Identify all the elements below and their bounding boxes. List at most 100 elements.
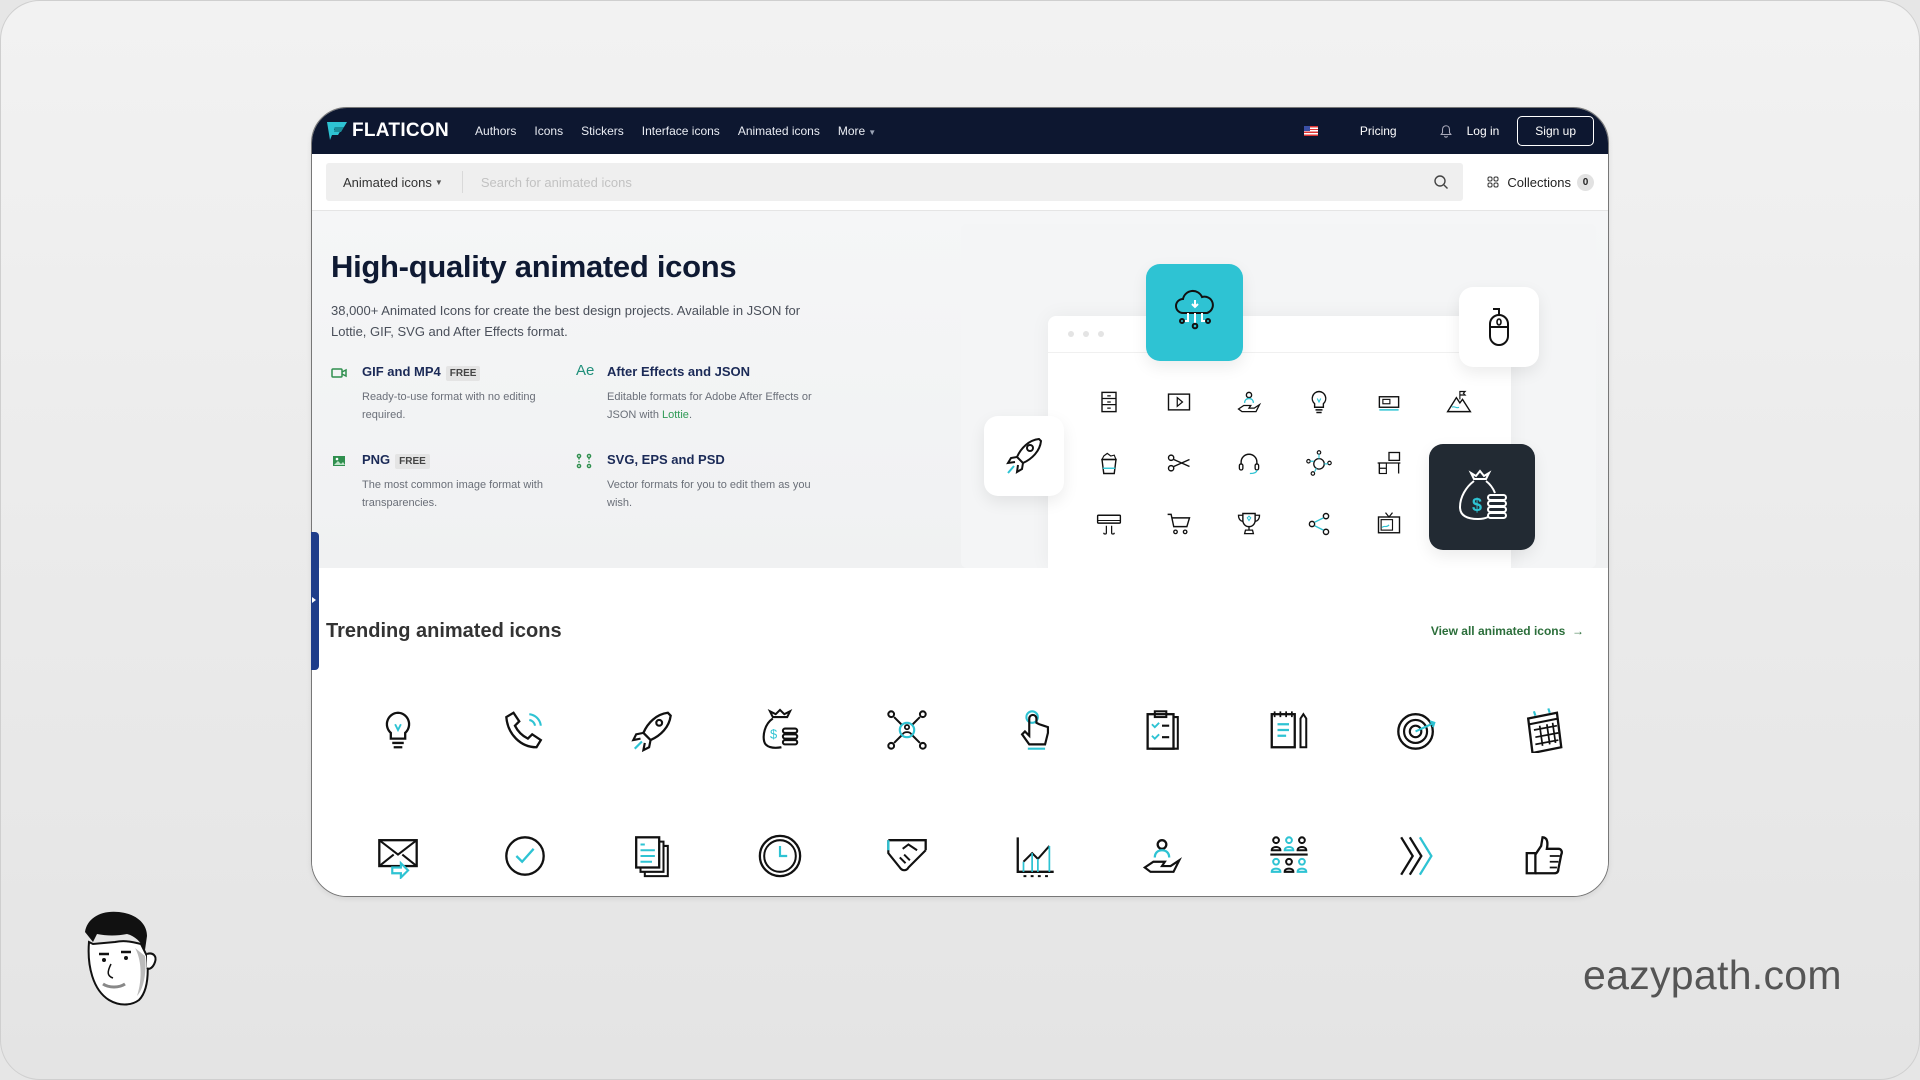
flaticon-logo[interactable]: FLATICON xyxy=(326,120,449,142)
rocket-icon[interactable] xyxy=(589,700,716,760)
free-badge: FREE xyxy=(445,366,481,381)
window-dot xyxy=(1068,331,1074,337)
scissors-icon-graphic xyxy=(1167,453,1190,472)
window-dot xyxy=(1098,331,1104,337)
feature-title: SVG, EPS and PSD xyxy=(607,452,725,467)
rocket-icon xyxy=(1006,437,1043,474)
video-player-icon-graphic xyxy=(1167,392,1191,411)
handshake-icon-graphic xyxy=(887,839,928,872)
window-dot xyxy=(1083,331,1089,337)
clipboard-icon[interactable] xyxy=(1098,700,1225,760)
trophy-icon-graphic xyxy=(1237,512,1261,534)
desk-icon-graphic xyxy=(1377,451,1401,474)
headset-icon-graphic xyxy=(1238,453,1260,474)
money-bag-icon[interactable]: $ xyxy=(716,700,843,760)
cabinet-icon xyxy=(1074,371,1144,432)
team-icon[interactable] xyxy=(1226,826,1353,886)
mouse-card xyxy=(1459,287,1539,367)
clock-icon[interactable] xyxy=(716,826,843,886)
tap-hand-icon[interactable] xyxy=(971,700,1098,760)
image-icon xyxy=(333,456,345,466)
collections-label: Collections xyxy=(1507,174,1571,190)
search-input[interactable] xyxy=(462,174,1434,190)
hero-illustration: $ xyxy=(961,224,1596,568)
login-link[interactable]: Log in xyxy=(1467,124,1500,138)
line-chart-icon[interactable] xyxy=(971,826,1098,886)
nav-authors[interactable]: Authors xyxy=(475,124,516,138)
category-dropdown[interactable]: Animated icons ▼ xyxy=(326,171,463,193)
tap-hand-icon-graphic xyxy=(1020,710,1049,750)
television-icon-graphic xyxy=(1377,511,1401,533)
check-circle-icon[interactable] xyxy=(461,826,588,886)
feature-title-text: GIF and MP4 xyxy=(362,364,441,379)
trash-bin-icon xyxy=(1074,432,1144,493)
trash-bin-icon-graphic xyxy=(1101,452,1117,474)
after-effects-icon: Ae xyxy=(576,362,595,379)
lottie-link[interactable]: Lottie xyxy=(662,409,689,421)
hero-subtitle: 38,000+ Animated Icons for create the be… xyxy=(331,303,801,339)
nav-stickers[interactable]: Stickers xyxy=(581,124,624,138)
shopping-cart-icon xyxy=(1144,493,1214,554)
feature-desc-text: Editable formats for Adobe After Effects… xyxy=(607,391,812,421)
network-icon-graphic xyxy=(887,710,927,750)
cash-register-icon-graphic xyxy=(1378,395,1400,411)
mountain-flag-icon-graphic xyxy=(1446,390,1472,412)
notepad-pencil-icon[interactable] xyxy=(1226,700,1353,760)
signup-button[interactable]: Sign up xyxy=(1517,116,1594,146)
grid-icon xyxy=(1487,176,1499,188)
chevrons-right-icon[interactable] xyxy=(1353,826,1480,886)
collections-button[interactable]: Collections 0 xyxy=(1487,173,1594,191)
hand-user-icon[interactable] xyxy=(1098,826,1225,886)
nav-icons[interactable]: Icons xyxy=(534,124,563,138)
view-all-label: View all animated icons xyxy=(1430,624,1566,638)
hero-section: High-quality animated icons 38,000+ Anim… xyxy=(312,211,1608,568)
bell-icon[interactable] xyxy=(1439,124,1453,138)
caret-down-icon: ▼ xyxy=(868,128,877,137)
mock-window-bar xyxy=(1048,316,1511,353)
desk-icon xyxy=(1354,432,1424,493)
air-conditioner-icon-graphic xyxy=(1096,514,1122,535)
notepad-pencil-icon-graphic xyxy=(1271,711,1308,749)
target-icon[interactable] xyxy=(1353,700,1480,760)
calendar-icon-graphic xyxy=(1527,708,1563,753)
feature-title-text: SVG, EPS and PSD xyxy=(607,452,725,467)
sidebar-toggle-tab[interactable] xyxy=(311,532,319,670)
feature-desc: Ready-to-use format with no editing requ… xyxy=(362,391,536,421)
thumbs-up-icon[interactable] xyxy=(1481,826,1608,886)
trending-row-2 xyxy=(334,826,1608,886)
share-icon-graphic xyxy=(1308,512,1330,535)
calendar-icon[interactable] xyxy=(1481,700,1608,760)
search-icon[interactable] xyxy=(1433,174,1449,190)
money-bag-card: $ xyxy=(1429,444,1535,550)
team-icon-graphic xyxy=(1270,836,1309,873)
svg-text:$: $ xyxy=(1472,495,1482,515)
video-player-icon xyxy=(1144,371,1214,432)
nav-animated-icons[interactable]: Animated icons xyxy=(738,124,820,138)
line-chart-icon-graphic xyxy=(1016,837,1054,878)
phone-call-icon[interactable] xyxy=(461,700,588,760)
lightbulb-icon xyxy=(1284,371,1354,432)
network-user-icon xyxy=(1284,432,1354,493)
feature-desc: The most common image format with transp… xyxy=(362,479,543,509)
hand-user-icon-graphic xyxy=(1237,391,1262,412)
trending-title: Trending animated icons xyxy=(326,620,562,642)
view-all-link[interactable]: View all animated icons → xyxy=(1431,624,1584,638)
hand-user-icon-graphic xyxy=(1142,839,1183,873)
documents-icon[interactable] xyxy=(589,826,716,886)
handshake-icon[interactable] xyxy=(844,826,971,886)
mail-forward-icon[interactable] xyxy=(334,826,461,886)
feature-desc-end: . xyxy=(688,409,692,421)
nav-more[interactable]: More ▼ xyxy=(838,124,876,138)
lightbulb-icon[interactable] xyxy=(334,700,461,760)
logo-text: FLATICON xyxy=(352,120,450,141)
pricing-link[interactable]: Pricing xyxy=(1360,124,1397,138)
clipboard-icon-graphic xyxy=(1146,710,1179,750)
nav-interface-icons[interactable]: Interface icons xyxy=(642,124,720,138)
us-flag-icon[interactable] xyxy=(1303,126,1318,136)
network-icon[interactable] xyxy=(844,700,971,760)
caret-down-icon: ▼ xyxy=(434,177,443,187)
lightbulb-icon-graphic xyxy=(1311,390,1327,413)
air-conditioner-icon xyxy=(1074,493,1144,554)
browser-window: FLATICON Authors Icons Stickers Interfac… xyxy=(311,107,1609,897)
mouse-icon xyxy=(1489,308,1509,346)
